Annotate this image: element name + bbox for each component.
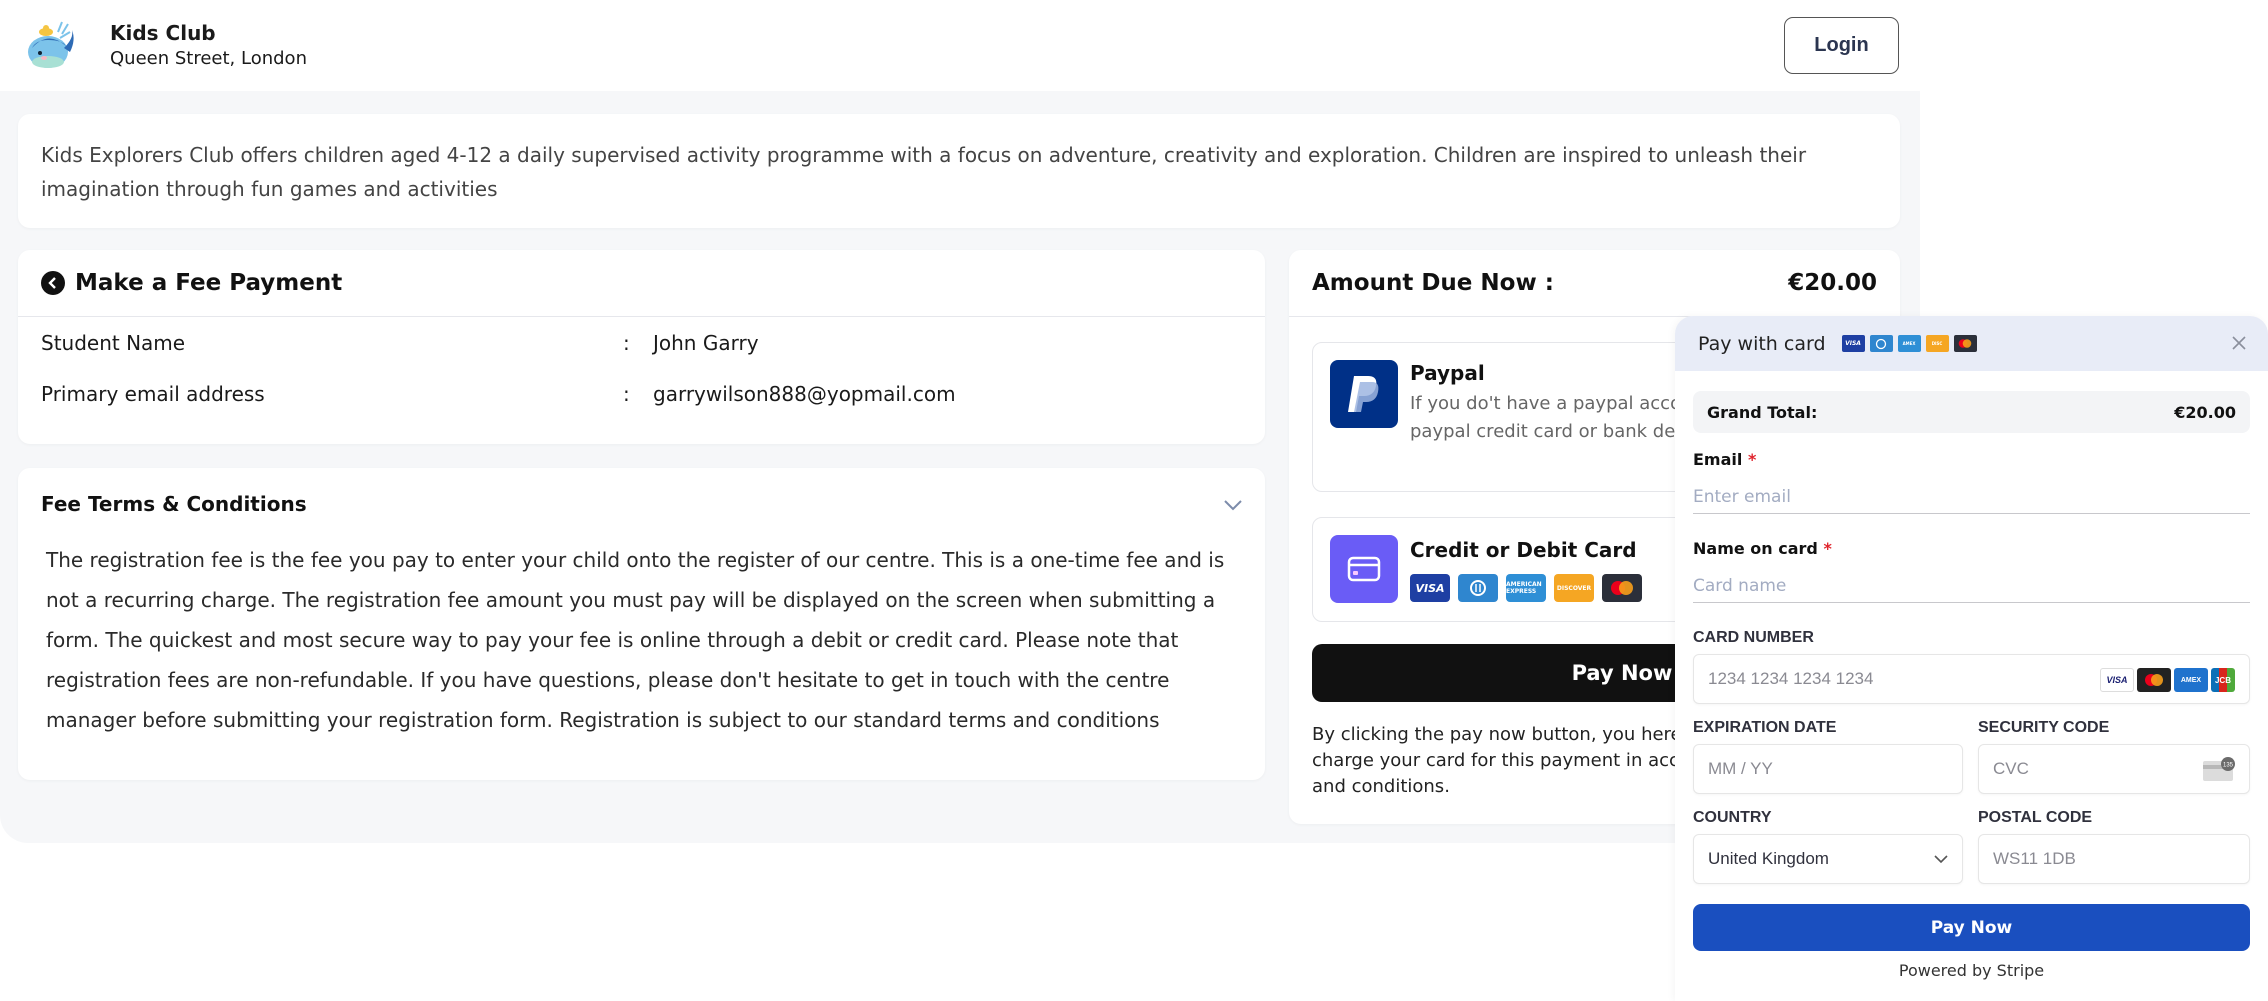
email-input[interactable]	[1693, 480, 2250, 514]
postal-code-input[interactable]	[1993, 849, 2235, 869]
row-value: garrywilson888@yopmail.com	[653, 381, 956, 406]
amex-icon: AMEX	[2174, 668, 2208, 692]
brand-name: Kids Club	[110, 21, 216, 45]
mastercard-icon	[1602, 574, 1642, 602]
amex-icon: AMEX	[1897, 335, 1921, 352]
card-number-label: CARD NUMBER	[1693, 629, 1814, 646]
grand-total-value: €20.00	[2174, 402, 2236, 422]
email-label: Email *	[1693, 450, 1756, 469]
terms-accordion-header[interactable]: Fee Terms & Conditions	[18, 468, 1265, 540]
terms-body: The registration fee is the fee you pay …	[46, 548, 1225, 732]
row-label: Student Name	[41, 330, 186, 355]
stripe-pay-now-button[interactable]: Pay Now	[1693, 904, 2250, 951]
email-label-text: Email	[1693, 450, 1743, 469]
club-description: Kids Explorers Club offers children aged…	[41, 143, 1807, 201]
chevron-down-icon	[1934, 849, 1948, 869]
chevron-down-icon[interactable]	[1223, 496, 1243, 515]
country-value: United Kingdom	[1708, 849, 1829, 868]
grand-total: Grand Total: €20.00	[1693, 391, 2250, 433]
brand-location: Queen Street, London	[110, 48, 307, 69]
amex-icon: AMERICAN EXPRESS	[1506, 574, 1546, 602]
cvc-input[interactable]	[1993, 759, 2235, 779]
expiry-label: EXPIRATION DATE	[1693, 719, 1837, 736]
row-separator: :	[623, 381, 630, 406]
card-option-title: Credit or Debit Card	[1410, 538, 1637, 562]
discover-icon: DISC	[1925, 335, 1949, 352]
student-name-row: Student Name : John Garry	[18, 317, 1265, 368]
postal-code-label: POSTAL CODE	[1978, 809, 2093, 826]
required-mark: *	[1823, 539, 1832, 558]
diners-club-icon	[1458, 574, 1498, 602]
email-row: Primary email address : garrywilson888@y…	[18, 368, 1265, 419]
row-label: Primary email address	[41, 381, 265, 406]
cvc-field[interactable]: 135	[1978, 744, 2250, 794]
club-description-card: Kids Explorers Club offers children aged…	[18, 114, 1900, 228]
card-name-input[interactable]	[1693, 569, 2250, 603]
jcb-icon: JCB	[2211, 668, 2235, 692]
security-code-label: SECURITY CODE	[1978, 719, 2110, 736]
terms-title: Fee Terms & Conditions	[41, 492, 307, 516]
visa-icon: VISA	[1841, 335, 1865, 352]
amount-due-value: €20.00	[1788, 270, 1877, 296]
mastercard-icon	[1953, 335, 1977, 352]
paypal-icon	[1330, 360, 1398, 428]
visa-icon: VISA	[2100, 668, 2134, 692]
name-on-card-label: Name on card *	[1693, 539, 1832, 558]
stripe-title: Pay with card	[1698, 332, 1826, 355]
postal-code-field[interactable]	[1978, 834, 2250, 884]
country-select[interactable]: United Kingdom	[1693, 834, 1963, 884]
country-label: COUNTRY	[1693, 809, 1772, 826]
grand-total-label: Grand Total:	[1707, 402, 1818, 422]
discover-icon: DISCOVER	[1554, 574, 1594, 602]
required-mark: *	[1747, 450, 1757, 469]
login-button[interactable]: Login	[1784, 17, 1899, 74]
stripe-payment-panel: Pay with card VISA AMEX DISC Grand Total…	[1675, 316, 2268, 1001]
cvc-hint: 135	[2223, 763, 2234, 769]
close-icon[interactable]	[2228, 332, 2250, 354]
mastercard-icon	[2137, 668, 2171, 692]
top-bar: Kids Club Queen Street, London Login	[0, 0, 1920, 91]
back-icon[interactable]	[41, 271, 65, 295]
page-title: Make a Fee Payment	[75, 270, 343, 296]
terms-card: Fee Terms & Conditions The registration …	[18, 468, 1265, 780]
name-label-text: Name on card	[1693, 539, 1818, 558]
whale-logo-icon	[22, 18, 82, 74]
credit-card-icon	[1330, 535, 1398, 603]
card-number-field[interactable]: VISA AMEX JCB	[1693, 654, 2250, 704]
fee-payment-card: Make a Fee Payment Student Name : John G…	[18, 250, 1265, 444]
expiry-field[interactable]	[1693, 744, 1963, 794]
diners-club-icon	[1869, 335, 1893, 352]
amount-due-label: Amount Due Now :	[1312, 270, 1554, 296]
row-value: John Garry	[653, 330, 759, 355]
powered-by-stripe: Powered by Stripe	[1898, 961, 2045, 980]
row-separator: :	[623, 330, 630, 355]
paypal-title: Paypal	[1410, 361, 1485, 385]
cvc-card-icon: 135	[2203, 757, 2235, 786]
expiry-input[interactable]	[1708, 759, 1948, 779]
visa-icon: VISA	[1410, 574, 1450, 602]
